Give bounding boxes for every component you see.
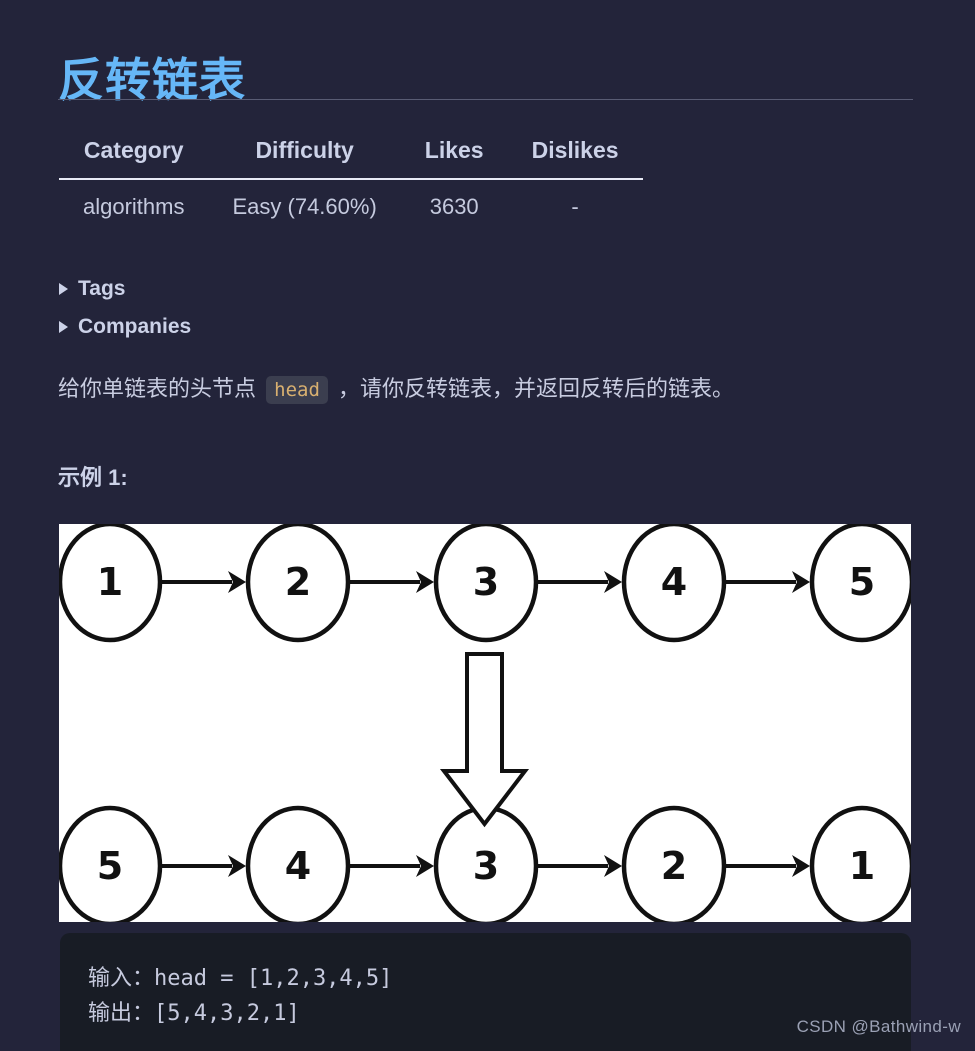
column-header-category: Category	[83, 137, 184, 163]
list-node-value: 4	[661, 560, 687, 604]
linked-list-diagram: 1 2 3 4 5 5 4 3 2 1	[59, 524, 911, 922]
cell-likes: 3630	[429, 194, 479, 219]
collapsible-sections: Tags Companies	[59, 270, 914, 346]
list-node-value: 2	[285, 560, 311, 604]
table-row: algorithms Easy (74.60%) 3630 -	[59, 179, 643, 226]
watermark-label: CSDN @Bathwind-w	[796, 1017, 961, 1036]
cell-difficulty: Easy (74.60%)	[232, 194, 377, 219]
problem-meta-table: Category Difficulty Likes Dislikes algor…	[59, 133, 643, 226]
cell-dislikes: -	[571, 194, 579, 219]
list-node-value: 4	[285, 844, 311, 888]
disclosure-companies-label: Companies	[78, 315, 192, 338]
list-node-value: 3	[473, 560, 499, 604]
code-line-input: 输入：head = [1,2,3,4,5]	[88, 966, 393, 991]
example-heading: 示例 1:	[58, 465, 128, 490]
list-node-value: 1	[97, 560, 123, 604]
chevron-right-icon	[59, 321, 68, 333]
disclosure-tags[interactable]: Tags	[59, 270, 914, 308]
list-node-value: 3	[473, 844, 499, 888]
column-header-difficulty: Difficulty	[255, 137, 354, 163]
list-node-value: 1	[849, 844, 875, 888]
column-header-likes: Likes	[424, 137, 484, 163]
disclosure-companies[interactable]: Companies	[59, 308, 914, 346]
chevron-right-icon	[59, 283, 68, 295]
linked-list-illustration: 1 2 3 4 5 5 4 3 2 1	[59, 524, 911, 922]
problem-description: 给你单链表的头节点 head ，请你反转链表，并返回反转后的链表。	[58, 372, 918, 405]
title-divider	[58, 99, 913, 100]
cell-category: algorithms	[83, 194, 185, 219]
code-line-output: 输出：[5,4,3,2,1]	[88, 1001, 300, 1027]
problem-page: 反转链表 Category Difficulty Likes Dislikes …	[0, 0, 975, 1051]
description-text-after: ，请你反转链表，并返回反转后的链表。	[331, 376, 735, 401]
example-code-block: 输入：head = [1,2,3,4,5] 输出：[5,4,3,2,1]	[60, 933, 911, 1051]
list-node-value: 5	[97, 844, 123, 888]
list-node-value: 2	[661, 844, 687, 888]
description-text-before: 给你单链表的头节点	[58, 376, 263, 401]
list-node-value: 5	[849, 560, 875, 604]
column-header-dislikes: Dislikes	[531, 137, 619, 163]
disclosure-tags-label: Tags	[78, 277, 126, 300]
inline-code-head: head	[266, 376, 328, 404]
table-header-row: Category Difficulty Likes Dislikes	[59, 133, 643, 179]
